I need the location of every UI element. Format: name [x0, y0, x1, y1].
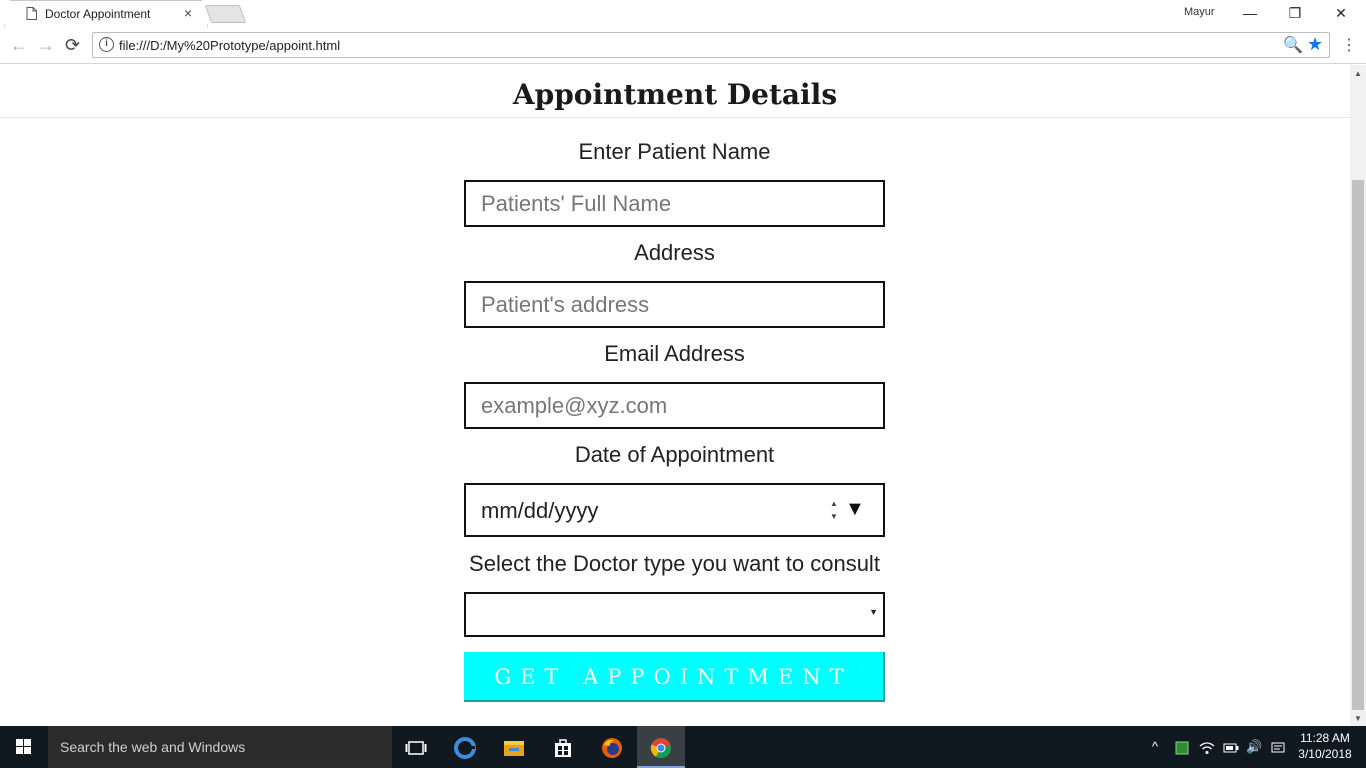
calendar-dropdown-icon[interactable]: ▼	[845, 498, 865, 521]
back-icon[interactable]: ←	[10, 35, 28, 55]
spin-down-icon[interactable]: ▼	[828, 510, 840, 523]
address-label: Address	[634, 240, 715, 265]
chrome-icon[interactable]	[637, 726, 685, 768]
start-button[interactable]	[0, 726, 48, 768]
clock-date: 3/10/2018	[1298, 747, 1352, 761]
browser-tab[interactable]: Doctor Appointment ×	[4, 0, 208, 27]
menu-icon[interactable]: ⋮	[1341, 35, 1357, 55]
windows-taskbar: Search the web and Windows ^ 🔊 11:28 AM …	[0, 726, 1366, 768]
clock-time: 11:28 AM	[1300, 731, 1350, 745]
task-view-icon[interactable]	[392, 726, 440, 768]
restore-button[interactable]: ❐	[1272, 2, 1318, 24]
scroll-up-icon[interactable]: ▲	[1354, 69, 1362, 78]
tray-chevron-icon[interactable]: ^	[1152, 726, 1158, 768]
scroll-down-icon[interactable]: ▼	[1354, 714, 1362, 723]
info-icon[interactable]: i	[99, 37, 114, 52]
windows-logo-icon	[16, 739, 32, 755]
taskbar-search[interactable]: Search the web and Windows	[48, 726, 392, 768]
edge-browser-icon[interactable]	[441, 726, 489, 768]
address-bar[interactable]: i file:///D:/My%20Prototype/appoint.html…	[92, 32, 1330, 58]
forward-icon[interactable]: →	[37, 35, 55, 55]
date-value: mm/dd/yyyy	[481, 498, 599, 523]
firefox-icon[interactable]	[588, 726, 636, 768]
reload-icon[interactable]: ⟳	[65, 35, 80, 55]
document-icon	[26, 7, 37, 20]
bookmark-star-icon[interactable]: ★	[1307, 34, 1323, 55]
page-viewport: Appointment Details Enter Patient Name A…	[0, 65, 1350, 726]
store-icon[interactable]	[539, 726, 587, 768]
url-text[interactable]: file:///D:/My%20Prototype/appoint.html	[119, 38, 340, 53]
appointment-date-input[interactable]: mm/dd/yyyy ▲ ▼ ▼	[464, 483, 885, 537]
taskbar-clock[interactable]: 11:28 AM 3/10/2018	[1292, 730, 1358, 762]
date-spinner[interactable]: ▲ ▼	[828, 497, 840, 525]
tab-title: Doctor Appointment	[45, 7, 151, 21]
new-tab-button[interactable]	[204, 5, 247, 23]
profile-name[interactable]: Mayur	[1184, 6, 1215, 18]
notifications-icon[interactable]	[1271, 726, 1285, 768]
volume-icon[interactable]: 🔊	[1246, 726, 1262, 768]
app-tray-icon[interactable]	[1175, 726, 1189, 768]
battery-icon[interactable]	[1223, 726, 1239, 768]
scrollbar-thumb[interactable]	[1352, 180, 1364, 710]
tab-close-icon[interactable]: ×	[184, 5, 192, 21]
patient-name-input[interactable]	[464, 180, 885, 227]
wifi-icon[interactable]	[1199, 726, 1215, 768]
get-appointment-button[interactable]: GET APPOINTMENT	[464, 652, 885, 702]
zoom-icon[interactable]: 🔍	[1283, 35, 1303, 55]
page-title: Appointment Details	[512, 78, 838, 111]
date-label: Date of Appointment	[574, 442, 775, 467]
patient-name-label: Enter Patient Name	[578, 139, 771, 164]
chevron-down-icon: ▼	[869, 607, 878, 617]
email-label: Email Address	[604, 341, 745, 366]
doctor-type-label: Select the Doctor type you want to consu…	[469, 551, 880, 576]
address-input[interactable]	[464, 281, 885, 328]
file-explorer-icon[interactable]	[490, 726, 538, 768]
taskbar-search-placeholder: Search the web and Windows	[60, 739, 246, 755]
browser-toolbar: ← → ⟳ i file:///D:/My%20Prototype/appoin…	[0, 27, 1366, 64]
page-header: Appointment Details	[0, 65, 1350, 118]
page-scrollbar[interactable]: ▲ ▼	[1350, 65, 1366, 726]
tab-strip: Doctor Appointment × Mayur — ❐ ✕	[0, 0, 1366, 27]
doctor-type-select[interactable]: ▼	[464, 592, 885, 637]
minimize-button[interactable]: —	[1227, 2, 1273, 24]
email-input[interactable]	[464, 382, 885, 429]
close-window-button[interactable]: ✕	[1318, 2, 1364, 24]
spin-up-icon[interactable]: ▲	[828, 497, 840, 510]
